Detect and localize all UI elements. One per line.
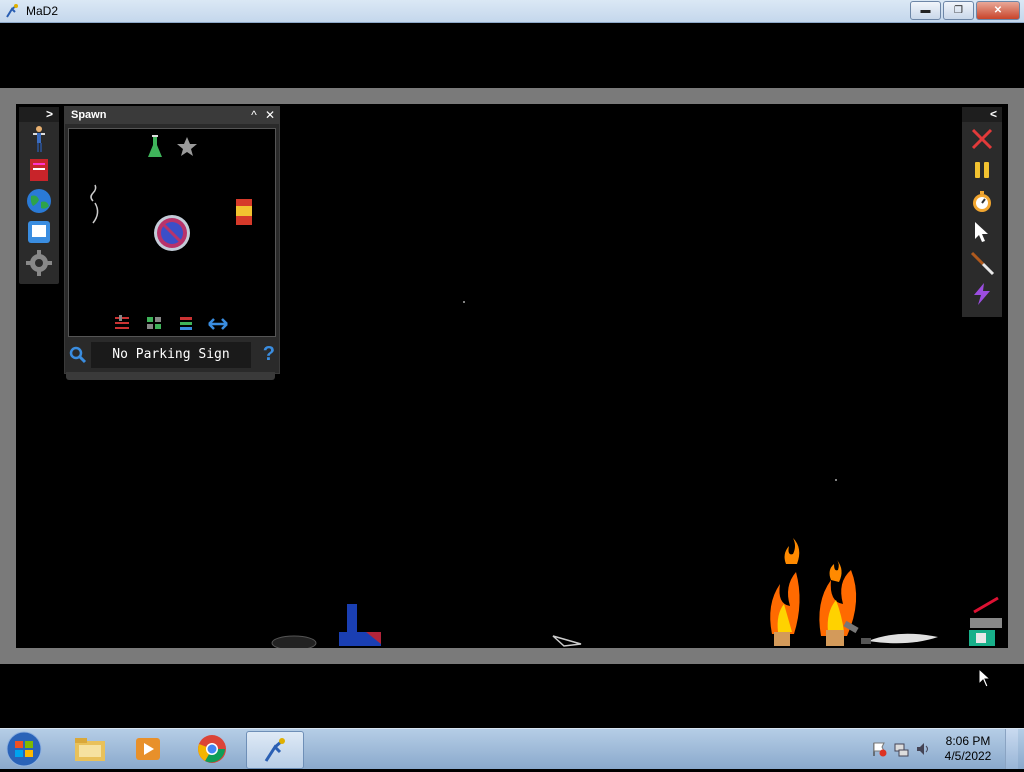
fire-right — [819, 560, 859, 646]
pause-button[interactable] — [967, 156, 997, 184]
file-explorer-icon — [75, 738, 105, 761]
scene-object-machine[interactable] — [969, 596, 1002, 646]
stopwatch-icon — [973, 191, 991, 212]
spawn-panel: Spawn ^ ✕ No Parking Sign ? — [64, 106, 280, 374]
scene-object-debris[interactable] — [552, 635, 582, 647]
clear-scene-button[interactable] — [967, 125, 997, 153]
pause-icon — [975, 162, 989, 178]
action-center-flag-icon[interactable] — [871, 741, 887, 757]
mad2-taskbar-button[interactable] — [246, 731, 304, 769]
file-explorer-taskbar-button[interactable] — [62, 731, 118, 767]
spawn-panel-footer — [66, 372, 275, 380]
save-icon — [28, 221, 50, 243]
spanish-flag-barrel-icon[interactable] — [236, 199, 252, 225]
spawn-item-grid — [68, 128, 276, 337]
scene-object-handle[interactable] — [861, 638, 871, 644]
swap-arrows-icon[interactable] — [208, 318, 228, 330]
catalog-button[interactable] — [24, 156, 54, 184]
power-tool-button[interactable] — [967, 280, 997, 308]
gear-icon — [26, 250, 52, 276]
grid-view-icon[interactable] — [147, 317, 161, 329]
network-icon[interactable] — [893, 741, 909, 757]
cut-tool-button[interactable] — [967, 249, 997, 277]
system-clock[interactable]: 8:06 PM 4/5/2022 — [937, 734, 999, 764]
particle — [463, 301, 465, 303]
volume-icon[interactable] — [915, 741, 931, 757]
time-scale-button[interactable] — [967, 187, 997, 215]
flask-icon[interactable] — [148, 135, 162, 157]
select-tool-button[interactable] — [967, 218, 997, 246]
restore-button[interactable]: ❐ — [943, 1, 974, 20]
mouse-cursor-icon — [978, 668, 992, 688]
minimize-button[interactable]: ▬ — [910, 1, 941, 20]
spawn-search-row: No Parking Sign ? — [65, 341, 279, 369]
collapse-toolbar-button[interactable]: < — [990, 107, 997, 121]
clock-date: 4/5/2022 — [944, 749, 992, 763]
spawn-panel-title: Spawn — [71, 109, 107, 121]
show-desktop-button[interactable] — [1005, 729, 1018, 769]
lightning-icon — [974, 283, 990, 305]
humanoid-icon — [33, 126, 45, 152]
book-icon — [30, 159, 48, 181]
close-panel-button[interactable]: ✕ — [263, 108, 277, 122]
window-titlebar: MaD2 ▬ ❐ ✕ — [0, 0, 1024, 23]
humanoid-tool-button[interactable] — [24, 125, 54, 153]
left-toolbar: > — [19, 107, 59, 284]
scene-object-blob[interactable] — [271, 635, 317, 648]
chrome-icon — [198, 735, 226, 763]
pointer-icon — [975, 222, 988, 242]
spawn-panel-header: Spawn ^ ✕ — [65, 107, 279, 124]
right-toolbar: < — [962, 107, 1002, 317]
close-x-icon — [971, 128, 993, 150]
search-icon[interactable] — [69, 346, 87, 364]
start-button[interactable] — [4, 731, 48, 767]
mad2-app-icon — [6, 4, 18, 18]
chrome-taskbar-button[interactable] — [184, 731, 240, 767]
environment-button[interactable] — [24, 187, 54, 215]
settings-button[interactable] — [24, 249, 54, 277]
plug-icon[interactable] — [90, 184, 99, 224]
fire-left — [770, 538, 800, 646]
globe-icon — [27, 189, 51, 213]
system-tray: 8:06 PM 4/5/2022 — [871, 729, 1018, 769]
save-button[interactable] — [24, 218, 54, 246]
star-icon[interactable] — [177, 137, 197, 156]
scene-object-fish[interactable] — [868, 633, 938, 644]
collapse-panel-button[interactable]: ^ — [247, 108, 261, 122]
window-title: MaD2 — [26, 4, 59, 18]
windows-start-icon — [6, 731, 42, 767]
mad2-icon — [264, 738, 285, 762]
help-button[interactable]: ? — [263, 343, 275, 366]
left-toolbar-header: > — [19, 107, 59, 122]
close-window-button[interactable]: ✕ — [976, 1, 1020, 20]
particle — [835, 479, 837, 481]
clock-time: 8:06 PM — [945, 734, 991, 748]
knife-icon — [970, 251, 995, 276]
taskbar: 8:06 PM 4/5/2022 — [0, 728, 1024, 769]
media-player-icon — [136, 738, 160, 760]
filter-icon[interactable] — [115, 315, 129, 329]
scene-object-blue-chair[interactable] — [339, 604, 381, 646]
list-view-icon[interactable] — [180, 317, 192, 330]
expand-toolbar-button[interactable]: > — [46, 107, 53, 121]
media-player-taskbar-button[interactable] — [120, 731, 176, 767]
no-parking-sign-icon[interactable] — [154, 215, 190, 251]
right-toolbar-header: < — [962, 107, 1002, 122]
selected-item-name: No Parking Sign — [91, 342, 251, 368]
